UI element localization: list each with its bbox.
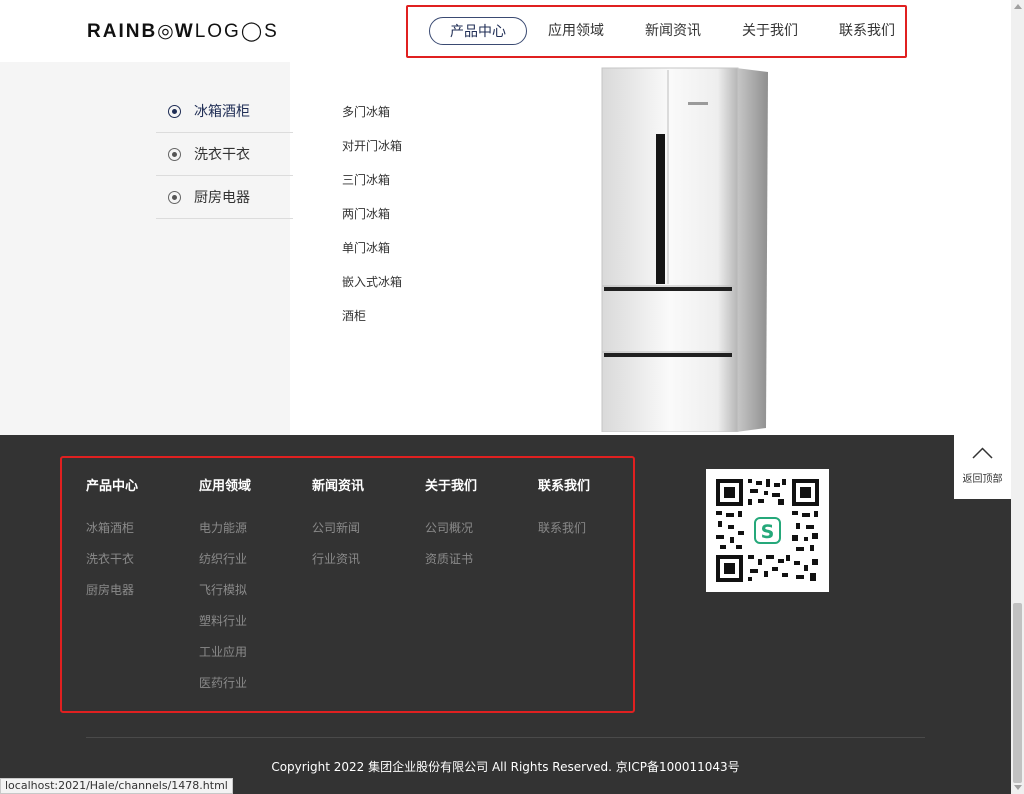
scroll-thumb[interactable] (1013, 603, 1022, 783)
subcategory-link[interactable]: 两门冰箱 (342, 205, 390, 222)
footer-column-title: 联系我们 (538, 479, 591, 494)
footer-column-title: 产品中心 (86, 479, 139, 494)
scroll-down-arrow-icon[interactable] (1014, 785, 1022, 790)
subcategory-link[interactable]: 酒柜 (342, 307, 366, 324)
page-scrollbar[interactable] (1011, 0, 1024, 794)
footer-highlight-box (60, 456, 635, 713)
subcategory-link[interactable]: 三门冰箱 (342, 171, 390, 188)
footer-column-title: 新闻资讯 (312, 479, 365, 494)
nav-item-contact[interactable]: 联系我们 (828, 17, 906, 45)
footer-link[interactable]: 厨房电器 (86, 581, 134, 598)
radio-dot-icon (168, 147, 181, 161)
radio-dot-icon (168, 190, 181, 204)
copyright-text: Copyright 2022 集团企业股份有限公司 All Rights Res… (271, 760, 740, 774)
nav-item-news[interactable]: 新闻资讯 (634, 17, 712, 45)
category-item-fridge[interactable]: 冰箱酒柜 (156, 90, 293, 133)
category-label: 洗衣干衣 (194, 147, 250, 163)
footer-link[interactable]: 医药行业 (199, 674, 247, 691)
category-label: 冰箱酒柜 (194, 104, 250, 120)
category-item-kitchen[interactable]: 厨房电器 (156, 176, 293, 219)
nav-item-applications[interactable]: 应用领域 (537, 17, 615, 45)
footer-link[interactable]: 洗衣干衣 (86, 550, 134, 567)
nav-item-products[interactable]: 产品中心 (429, 17, 527, 45)
main-nav: 产品中心 应用领域 新闻资讯 关于我们 联系我们 (406, 5, 907, 58)
browser-status-url: localhost:2021/Hale/channels/1478.html (0, 778, 233, 794)
footer-column-title: 关于我们 (425, 479, 478, 494)
svg-text:S: S (761, 521, 775, 543)
footer-link[interactable]: 纺织行业 (199, 550, 247, 567)
back-to-top-label: 返回顶部 (962, 474, 1003, 485)
scroll-up-arrow-icon[interactable] (1014, 4, 1022, 9)
footer-link[interactable]: 飞行模拟 (199, 581, 247, 598)
fridge-product-image (601, 67, 768, 432)
subcategory-link[interactable]: 多门冰箱 (342, 103, 390, 120)
category-item-laundry[interactable]: 洗衣干衣 (156, 133, 293, 176)
subcategory-link[interactable]: 单门冰箱 (342, 239, 390, 256)
footer-link[interactable]: 行业资讯 (312, 550, 360, 567)
subcategory-link[interactable]: 嵌入式冰箱 (342, 273, 402, 290)
footer-link[interactable]: 工业应用 (199, 643, 247, 660)
footer-column-title: 应用领域 (199, 479, 252, 494)
category-label: 厨房电器 (194, 190, 250, 206)
footer-link[interactable]: 联系我们 (538, 519, 586, 536)
footer-link[interactable]: 公司新闻 (312, 519, 360, 536)
nav-item-about[interactable]: 关于我们 (731, 17, 809, 45)
logo-text: RAINB◎WLOG◯S (87, 20, 279, 42)
footer-link[interactable]: 公司概况 (425, 519, 473, 536)
subcategory-link[interactable]: 对开门冰箱 (342, 137, 402, 154)
footer-link[interactable]: 资质证书 (425, 550, 473, 567)
site-logo[interactable]: RAINB◎WLOG◯S (87, 18, 279, 44)
chevron-up-icon (972, 447, 993, 459)
footer-divider (86, 737, 925, 738)
back-to-top-button[interactable]: 返回顶部 (954, 435, 1011, 499)
footer-link[interactable]: 电力能源 (199, 519, 247, 536)
footer-link[interactable]: 塑料行业 (199, 612, 247, 629)
qr-code-icon: S (706, 469, 829, 592)
footer-link[interactable]: 冰箱酒柜 (86, 519, 134, 536)
radio-dot-icon (168, 104, 181, 118)
